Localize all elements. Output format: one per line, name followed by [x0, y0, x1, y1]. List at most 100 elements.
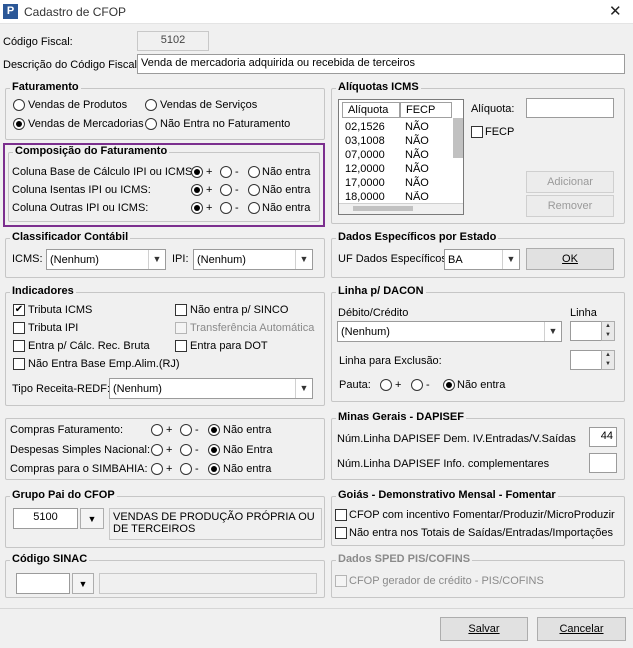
- radio-despesas-nao[interactable]: [208, 444, 220, 456]
- entra-calc-label: Entra p/ Cálc. Rec. Bruta: [28, 340, 150, 352]
- grupo-dropdown-button[interactable]: ▼: [80, 508, 104, 529]
- linha-input[interactable]: [570, 321, 602, 341]
- chevron-down-icon: ▼: [295, 250, 312, 269]
- debito-select[interactable]: (Nenhum) ▼: [337, 321, 562, 342]
- spin-down-icon[interactable]: ▼: [602, 331, 614, 340]
- minus-label: -: [195, 424, 199, 436]
- radio-compras-nao[interactable]: [208, 424, 220, 436]
- plus-label: +: [166, 444, 173, 456]
- table-cell: 07,0000: [345, 149, 385, 161]
- ipi-select[interactable]: (Nenhum) ▼: [193, 249, 313, 270]
- radio-isentas-plus[interactable]: [191, 184, 203, 196]
- radio-outras-minus[interactable]: [220, 202, 232, 214]
- classificador-title: Classificador Contábil: [10, 231, 131, 243]
- fomentar-checkbox[interactable]: [335, 509, 347, 521]
- radio-despesas-minus[interactable]: [180, 444, 192, 456]
- radio-pauta-plus[interactable]: [380, 379, 392, 391]
- sped-checkbox[interactable]: [335, 575, 347, 587]
- radio-outras-nao[interactable]: [248, 202, 260, 214]
- close-icon[interactable]: ✕: [609, 2, 622, 20]
- spin-up-icon[interactable]: ▲: [602, 351, 614, 360]
- plus-label: +: [206, 184, 213, 196]
- radio-vendas-servicos[interactable]: [145, 99, 157, 111]
- composicao-row3-label: Coluna Outras IPI ou ICMS:: [12, 202, 149, 214]
- exclusao-input[interactable]: [570, 350, 602, 370]
- fecp-checkbox[interactable]: [471, 126, 483, 138]
- cancelar-button[interactable]: Cancelar: [537, 617, 626, 641]
- radio-despesas-plus[interactable]: [151, 444, 163, 456]
- codigo-fiscal-field[interactable]: 5102: [137, 31, 209, 51]
- radio-simbahia-plus[interactable]: [151, 463, 163, 475]
- nao-base-checkbox[interactable]: [13, 358, 25, 370]
- radio-vendas-produtos[interactable]: [13, 99, 25, 111]
- scrollbar-thumb[interactable]: [353, 206, 413, 211]
- receita-label: Tipo Receita-REDF:: [12, 383, 111, 395]
- spin-down-icon[interactable]: ▼: [602, 360, 614, 369]
- exclusao-label: Linha para Exclusão:: [339, 355, 442, 367]
- radio-pauta-nao[interactable]: [443, 379, 455, 391]
- table-cell: NÃO: [405, 163, 429, 175]
- radio-vendas-mercadorias[interactable]: [13, 118, 25, 130]
- entra-calc-checkbox[interactable]: [13, 340, 25, 352]
- composicao-title: Composição do Faturamento: [13, 145, 170, 157]
- tributa-ipi-checkbox[interactable]: [13, 322, 25, 334]
- radio-isentas-nao[interactable]: [248, 184, 260, 196]
- composicao-row2-label: Coluna Isentas IPI ou ICMS:: [12, 184, 151, 196]
- vendas-servicos-label: Vendas de Serviços: [160, 99, 258, 111]
- col-fecp-header[interactable]: FECP: [400, 102, 452, 118]
- minus-label: -: [235, 202, 239, 214]
- radio-simbahia-minus[interactable]: [180, 463, 192, 475]
- remover-button[interactable]: Remover: [526, 195, 614, 217]
- minas-linha2-label: Núm.Linha DAPISEF Info. complementares: [337, 458, 550, 470]
- sinac-title: Código SINAC: [10, 553, 90, 565]
- radio-nao-entra-faturamento[interactable]: [145, 118, 157, 130]
- icms-select[interactable]: (Nenhum) ▼: [46, 249, 166, 270]
- minas-linha1-input[interactable]: 44: [589, 427, 617, 447]
- compras-simbahia-label: Compras para o SIMBAHIA:: [10, 463, 148, 475]
- exclusao-spinner[interactable]: ▲ ▼: [601, 350, 615, 370]
- vertical-scrollbar-thumb[interactable]: [453, 118, 463, 158]
- app-logo-icon: P: [3, 4, 18, 19]
- linha-spinner[interactable]: ▲ ▼: [601, 321, 615, 341]
- plus-label: +: [206, 166, 213, 178]
- sinac-dropdown-button[interactable]: ▼: [72, 573, 94, 594]
- salvar-button[interactable]: Salvar: [440, 617, 528, 641]
- radio-simbahia-nao[interactable]: [208, 463, 220, 475]
- radio-isentas-minus[interactable]: [220, 184, 232, 196]
- grupo-desc-field: VENDAS DE PRODUÇÃO PRÓPRIA OU DE TERCEIR…: [109, 508, 322, 540]
- codigo-fiscal-label: Código Fiscal:: [3, 36, 73, 48]
- nao-totais-checkbox[interactable]: [335, 527, 347, 539]
- entra-dot-checkbox[interactable]: [175, 340, 187, 352]
- radio-outras-plus[interactable]: [191, 202, 203, 214]
- transferencia-checkbox[interactable]: [175, 322, 187, 334]
- col-aliquota-header[interactable]: Alíquota: [342, 102, 400, 118]
- receita-select[interactable]: (Nenhum) ▼: [109, 378, 313, 399]
- descricao-field[interactable]: Venda de mercadoria adquirida ou recebid…: [137, 54, 625, 74]
- nao-sinco-checkbox[interactable]: [175, 304, 187, 316]
- aliquotas-table[interactable]: Alíquota FECP 02,1526 NÃO 03,1008 NÃO 07…: [338, 99, 464, 215]
- vendas-mercadorias-label: Vendas de Mercadorias: [28, 118, 144, 130]
- grupo-code-field[interactable]: 5100: [13, 508, 78, 529]
- goias-title: Goiás - Demonstrativo Mensal - Fomentar: [336, 489, 558, 501]
- uf-select[interactable]: BA ▼: [444, 249, 520, 270]
- ok-button[interactable]: OK: [526, 248, 614, 270]
- nao-entra-label: Não Entra: [223, 444, 273, 456]
- nao-entra-label: Não entra: [223, 463, 272, 475]
- faturamento-title: Faturamento: [10, 81, 81, 93]
- radio-base-minus[interactable]: [220, 166, 232, 178]
- tributa-icms-checkbox[interactable]: ✔: [13, 304, 25, 316]
- minas-linha2-input[interactable]: [589, 453, 617, 473]
- radio-pauta-minus[interactable]: [411, 379, 423, 391]
- radio-base-nao[interactable]: [248, 166, 260, 178]
- indicadores-title: Indicadores: [10, 285, 76, 297]
- radio-base-plus[interactable]: [191, 166, 203, 178]
- spin-up-icon[interactable]: ▲: [602, 322, 614, 331]
- aliquota-input[interactable]: [526, 98, 614, 118]
- radio-compras-minus[interactable]: [180, 424, 192, 436]
- radio-compras-plus[interactable]: [151, 424, 163, 436]
- adicionar-button[interactable]: Adicionar: [526, 171, 614, 193]
- chevron-down-icon: ▼: [502, 250, 519, 269]
- sinac-code-field[interactable]: [16, 573, 70, 594]
- minas-group: Minas Gerais - DAPISEF: [331, 411, 625, 480]
- nao-sinco-label: Não entra p/ SINCO: [190, 304, 289, 316]
